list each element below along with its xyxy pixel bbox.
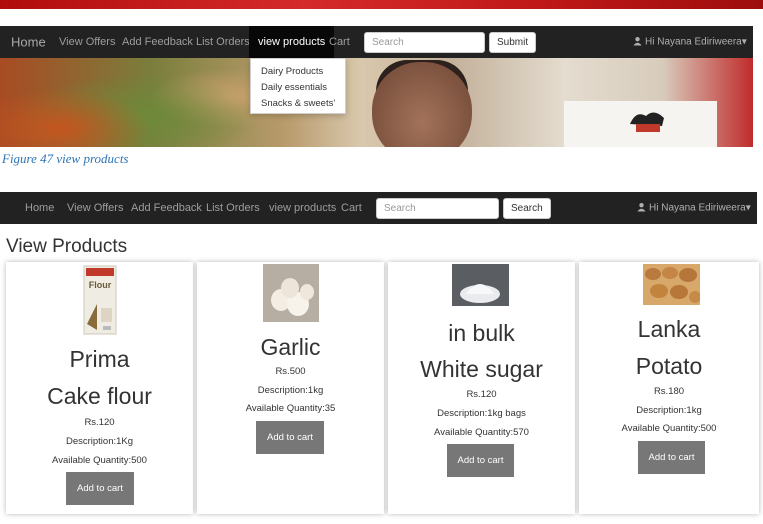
nav-home-link[interactable]: Home <box>11 35 46 50</box>
nav-add-feedback-link[interactable]: Add Feedback <box>122 36 193 48</box>
product-name-line1: Prima <box>69 346 130 372</box>
search-button[interactable]: Search <box>503 198 551 219</box>
product-name-line1: Garlic <box>260 334 321 360</box>
user-greeting: Hi Nayana Ediriweera <box>645 36 742 48</box>
product-description: Description:1Kg <box>65 436 134 447</box>
product-name-line2: White sugar <box>420 356 543 382</box>
add-to-cart-button[interactable]: Add to cart <box>447 444 514 477</box>
nav-list-orders-link[interactable]: List Orders <box>206 202 260 214</box>
user-menu[interactable]: Hi Nayana Ediriweera▾ <box>637 203 751 214</box>
hero-banner-image <box>0 58 753 147</box>
product-price: Rs.180 <box>653 386 685 397</box>
product-name-line2: Potato <box>635 353 703 379</box>
nav-home-link[interactable]: Home <box>25 202 54 214</box>
products-dropdown-menu: Dairy Products Daily essentials Snacks &… <box>250 58 346 114</box>
banner-gap <box>0 9 763 26</box>
nav-cart-link[interactable]: Cart <box>341 202 362 214</box>
sugar-image <box>452 264 509 306</box>
product-name-line1: in bulk <box>448 320 515 346</box>
nav-list-orders-link[interactable]: List Orders <box>196 36 250 48</box>
user-menu[interactable]: Hi Nayana Ediriweera▾ <box>633 37 747 48</box>
product-description: Description:1kg bags <box>437 408 526 419</box>
user-icon <box>633 37 642 46</box>
nav-cart-link[interactable]: Cart <box>329 36 350 48</box>
submit-button[interactable]: Submit <box>489 32 537 53</box>
product-price: Rs.120 <box>84 417 115 428</box>
nav-view-offers-link[interactable]: View Offers <box>59 36 115 48</box>
search-input[interactable]: Search <box>364 32 485 53</box>
add-to-cart-button[interactable]: Add to cart <box>638 441 705 474</box>
product-quantity: Available Quantity:500 <box>621 423 717 434</box>
bottom-navbar: Home View Offers Add Feedback List Order… <box>0 192 757 224</box>
nav-view-products-link[interactable]: view products <box>249 26 335 58</box>
product-description: Description:1kg <box>257 385 324 396</box>
product-card: Flour Prima Cake flour Rs.120 Descriptio… <box>6 262 193 514</box>
add-to-cart-button[interactable]: Add to cart <box>256 421 324 454</box>
figure-caption: Figure 47 view products <box>2 151 129 166</box>
product-name-line1: Lanka <box>637 316 701 342</box>
product-quantity: Available Quantity:35 <box>245 403 336 414</box>
hero-person-face <box>372 62 472 147</box>
product-price: Rs.500 <box>275 366 306 377</box>
product-description: Description:1kg <box>636 405 702 416</box>
product-card: Garlic Rs.500 Description:1kg Available … <box>197 262 384 514</box>
search-input[interactable]: Search <box>376 198 499 219</box>
garlic-image <box>263 264 319 322</box>
product-quantity: Available Quantity:570 <box>434 427 529 438</box>
flour-bag-image: Flour <box>83 265 117 335</box>
nav-view-products-link[interactable]: view products <box>269 202 336 214</box>
product-card: in bulk White sugar Rs.120 Description:1… <box>388 262 575 514</box>
top-red-banner <box>0 0 763 9</box>
product-name-line2: Cake flour <box>47 383 152 409</box>
hero-panel-illustration <box>630 112 664 132</box>
product-quantity: Available Quantity:500 <box>52 455 147 466</box>
dropdown-item-daily-essentials[interactable]: Daily essentials <box>251 80 345 96</box>
product-price: Rs.120 <box>466 389 497 400</box>
product-card: Lanka Potato Rs.180 Description:1kg Avai… <box>579 262 759 514</box>
add-to-cart-button[interactable]: Add to cart <box>66 472 134 505</box>
user-greeting: Hi Nayana Ediriweera <box>649 202 746 214</box>
dropdown-item-dairy[interactable]: Dairy Products <box>251 64 345 80</box>
user-icon <box>637 203 646 212</box>
svg-text:Flour: Flour <box>89 280 112 290</box>
dropdown-item-snacks[interactable]: Snacks & sweets' <box>251 96 345 112</box>
nav-view-offers-link[interactable]: View Offers <box>67 202 123 214</box>
page-title: View Products <box>6 236 128 257</box>
top-navbar: Home View Offers Add Feedback List Order… <box>0 26 753 58</box>
potato-image <box>643 264 700 305</box>
nav-add-feedback-link[interactable]: Add Feedback <box>131 202 202 214</box>
